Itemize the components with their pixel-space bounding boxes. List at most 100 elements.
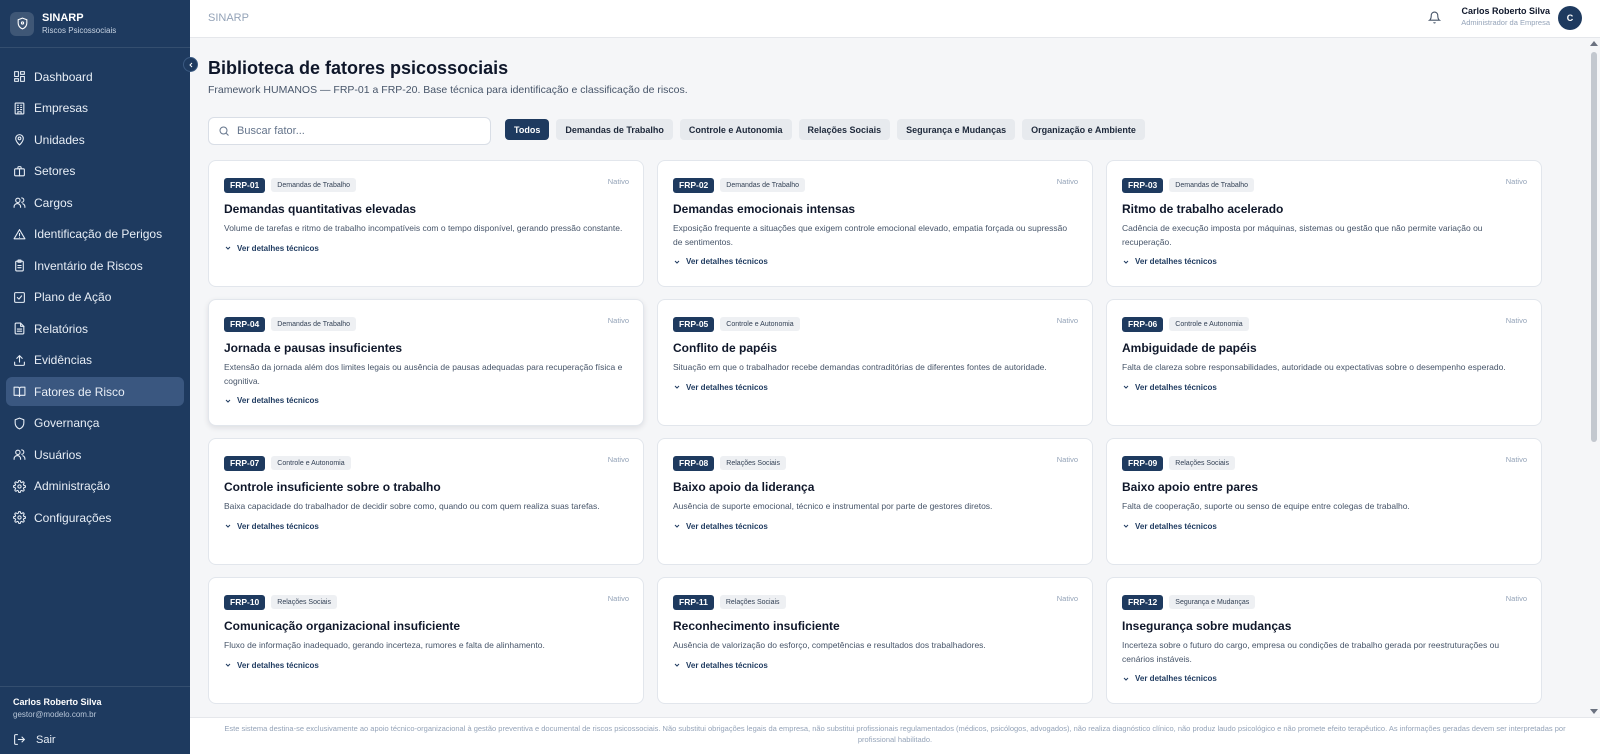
native-label: Nativo bbox=[1505, 316, 1527, 325]
scroll-up-arrow[interactable] bbox=[1590, 41, 1598, 46]
briefcase-icon bbox=[13, 165, 26, 178]
native-label: Nativo bbox=[607, 177, 629, 186]
scrollbar-thumb[interactable] bbox=[1591, 52, 1597, 442]
factor-code-badge: FRP-11 bbox=[673, 594, 714, 610]
native-label: Nativo bbox=[1056, 594, 1078, 603]
details-toggle-label: Ver detalhes técnicos bbox=[237, 521, 319, 531]
sidebar-item-plano-de-acao[interactable]: Plano de Ação bbox=[6, 283, 184, 312]
chevron-down-icon bbox=[225, 663, 231, 667]
search-input[interactable] bbox=[237, 125, 477, 137]
filter-chip-controle-e-autonomia[interactable]: Controle e Autonomia bbox=[679, 119, 792, 140]
details-toggle-button[interactable]: Ver detalhes técnicos bbox=[673, 661, 1077, 670]
header-user-info[interactable]: Carlos Roberto Silva Administrador da Em… bbox=[1461, 6, 1550, 27]
factor-title: Demandas emocionais intensas bbox=[673, 202, 856, 216]
shield-logo-icon bbox=[10, 11, 34, 36]
chevron-down-icon bbox=[1123, 385, 1129, 389]
factor-card[interactable]: FRP-01 Demandas de Trabalho Nativo Demandas… bbox=[208, 160, 644, 287]
factor-title: Demandas quantitativas elevadas bbox=[224, 202, 417, 216]
factor-card[interactable]: FRP-05 Controle e Autonomia Nativo Conflito… bbox=[657, 299, 1093, 426]
gear-icon bbox=[13, 479, 26, 493]
factor-category-badge: Relações Sociais bbox=[271, 595, 337, 609]
factor-code-badge: FRP-03 bbox=[1122, 177, 1164, 193]
logout-label: Sair bbox=[36, 733, 56, 746]
factor-category-badge: Controle e Autonomia bbox=[1169, 317, 1249, 331]
factor-category-badge: Demandas de Trabalho bbox=[720, 178, 806, 192]
brand[interactable]: SINARP Riscos Psicossociais bbox=[0, 0, 190, 48]
users-icon bbox=[13, 448, 26, 461]
sidebar-item-setores[interactable]: Setores bbox=[6, 157, 184, 186]
factor-card[interactable]: FRP-03 Demandas de Trabalho Nativo Ritmo de… bbox=[1106, 160, 1542, 287]
details-toggle-button[interactable]: Ver detalhes técnicos bbox=[1122, 383, 1526, 392]
chevron-down-icon bbox=[1123, 260, 1129, 264]
sidebar-item-unidades[interactable]: Unidades bbox=[6, 125, 184, 154]
factor-card[interactable]: FRP-02 Demandas de Trabalho Nativo Demandas… bbox=[657, 160, 1093, 287]
factor-description: Falta de cooperação, suporte ou senso de… bbox=[1122, 501, 1410, 511]
sidebar-item-relatorios[interactable]: Relatórios bbox=[6, 314, 184, 343]
factor-category-badge: Demandas de Trabalho bbox=[271, 178, 357, 192]
sidebar-item-usuarios[interactable]: Usuários bbox=[6, 440, 184, 469]
details-toggle-label: Ver detalhes técnicos bbox=[237, 243, 319, 253]
users-icon bbox=[13, 196, 26, 209]
details-toggle-button[interactable]: Ver detalhes técnicos bbox=[1122, 522, 1526, 531]
search-box[interactable] bbox=[208, 117, 491, 145]
factor-card[interactable]: FRP-09 Relações Sociais Nativo Baixo apoio … bbox=[1106, 438, 1542, 565]
factor-description: Cadência de execução imposta por máquina… bbox=[1122, 223, 1483, 247]
details-toggle-button[interactable]: Ver detalhes técnicos bbox=[673, 383, 1077, 392]
details-toggle-button[interactable]: Ver detalhes técnicos bbox=[224, 244, 628, 253]
notifications-button[interactable] bbox=[1427, 11, 1442, 29]
factor-card[interactable]: FRP-08 Relações Sociais Nativo Baixo apoio … bbox=[657, 438, 1093, 565]
brand-subtitle: Riscos Psicossociais bbox=[42, 25, 117, 35]
chevron-down-icon bbox=[225, 246, 231, 250]
factor-code-badge: FRP-04 bbox=[224, 316, 266, 332]
factor-category-badge: Relações Sociais bbox=[720, 456, 786, 470]
sidebar-item-identificacao-de-perigos[interactable]: Identificação de Perigos bbox=[6, 220, 184, 249]
logout-button[interactable]: Sair bbox=[13, 733, 177, 746]
details-toggle-button[interactable]: Ver detalhes técnicos bbox=[224, 661, 628, 670]
collapse-sidebar-button[interactable] bbox=[183, 57, 198, 72]
top-header: SINARP Carlos Roberto Silva Administrado… bbox=[190, 0, 1600, 38]
chevron-down-icon bbox=[1123, 677, 1129, 681]
sidebar-item-empresas[interactable]: Empresas bbox=[6, 94, 184, 123]
filter-chip-demandas-de-trabalho[interactable]: Demandas de Trabalho bbox=[556, 119, 673, 140]
factor-card[interactable]: FRP-07 Controle e Autonomia Nativo Controle… bbox=[208, 438, 644, 565]
avatar[interactable]: C bbox=[1558, 6, 1582, 30]
native-label: Nativo bbox=[1505, 177, 1527, 186]
chevron-down-icon bbox=[674, 524, 680, 528]
details-toggle-button[interactable]: Ver detalhes técnicos bbox=[1122, 257, 1526, 266]
factor-description: Volume de tarefas e ritmo de trabalho in… bbox=[224, 223, 623, 233]
chevron-left-icon bbox=[188, 62, 192, 67]
factor-card[interactable]: FRP-04 Demandas de Trabalho Nativo Jornada … bbox=[208, 299, 644, 426]
details-toggle-button[interactable]: Ver detalhes técnicos bbox=[224, 396, 628, 405]
sidebar-item-label: Identificação de Perigos bbox=[34, 227, 163, 241]
sidebar-item-governanca[interactable]: Governança bbox=[6, 409, 184, 438]
details-toggle-button[interactable]: Ver detalhes técnicos bbox=[673, 257, 1077, 266]
filter-chip-seguranca-e-mudancas[interactable]: Segurança e Mudanças bbox=[897, 119, 1016, 140]
scroll-down-arrow[interactable] bbox=[1590, 709, 1598, 714]
sidebar-item-fatores-de-risco[interactable]: Fatores de Risco bbox=[6, 377, 184, 406]
factor-card[interactable]: FRP-11 Relações Sociais Nativo Reconhecimen… bbox=[657, 577, 1093, 704]
main-scrollbar[interactable] bbox=[1588, 38, 1600, 717]
factor-card[interactable]: FRP-10 Relações Sociais Nativo Comunicação … bbox=[208, 577, 644, 704]
details-toggle-button[interactable]: Ver detalhes técnicos bbox=[673, 522, 1077, 531]
sidebar-item-label: Inventário de Riscos bbox=[34, 258, 143, 273]
sidebar-item-evidencias[interactable]: Evidências bbox=[6, 346, 184, 375]
sidebar-item-administracao[interactable]: Administração bbox=[6, 472, 184, 501]
sidebar-item-cargos[interactable]: Cargos bbox=[6, 188, 184, 217]
factor-category-badge: Demandas de Trabalho bbox=[1169, 178, 1255, 192]
details-toggle-button[interactable]: Ver detalhes técnicos bbox=[1122, 674, 1526, 683]
sidebar-item-dashboard[interactable]: Dashboard bbox=[6, 62, 184, 91]
filter-chip-organizacao-e-ambiente[interactable]: Organização e Ambiente bbox=[1022, 119, 1145, 140]
factor-card[interactable]: FRP-12 Segurança e Mudanças Nativo Insegura… bbox=[1106, 577, 1542, 704]
filter-chip-todos[interactable]: Todos bbox=[505, 119, 550, 140]
factor-title: Jornada e pausas insuficientes bbox=[224, 341, 403, 355]
factor-code-badge: FRP-06 bbox=[1122, 316, 1164, 332]
sidebar-item-inventario-de-riscos[interactable]: Inventário de Riscos bbox=[6, 251, 184, 280]
factor-description: Fluxo de informação inadequado, gerando … bbox=[224, 640, 545, 650]
details-toggle-button[interactable]: Ver detalhes técnicos bbox=[224, 522, 628, 531]
sidebar-item-label: Cargos bbox=[34, 195, 73, 210]
factor-category-badge: Relações Sociais bbox=[1169, 456, 1235, 470]
filter-chip-relacoes-sociais[interactable]: Relações Sociais bbox=[798, 119, 891, 140]
sidebar-item-configuracoes[interactable]: Configurações bbox=[6, 503, 184, 532]
factor-card[interactable]: FRP-06 Controle e Autonomia Nativo Ambiguid… bbox=[1106, 299, 1542, 426]
sidebar-item-label: Configurações bbox=[34, 510, 112, 525]
